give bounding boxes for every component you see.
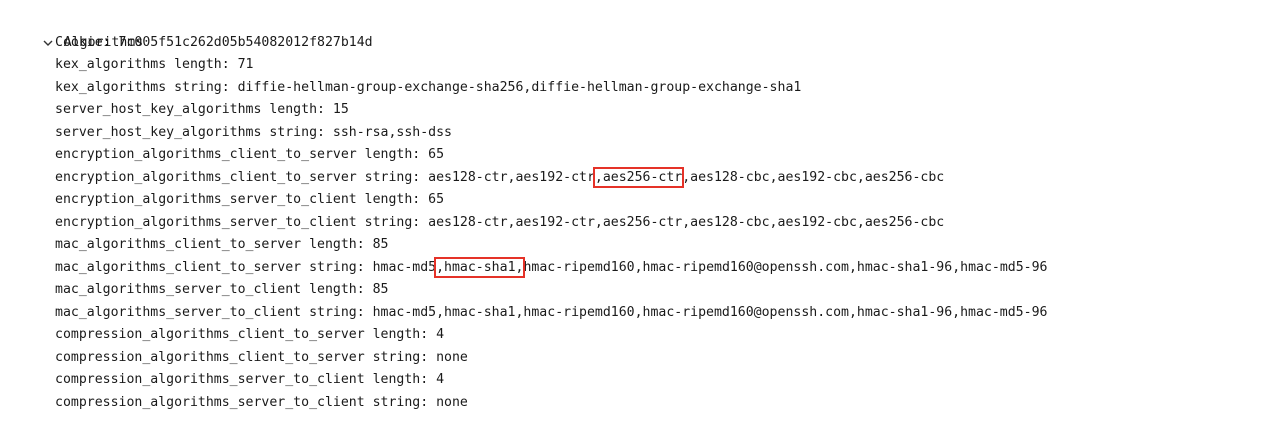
field-text: encryption_algorithms_server_to_client l…: [55, 192, 445, 207]
field-mac-s2c-length[interactable]: mac_algorithms_server_to_client length: …: [0, 279, 1272, 302]
packet-details-tree: Algorithms Cookie: 7c005f51c262d05b54082…: [0, 9, 1272, 414]
field-text: encryption_algorithms_server_to_client s…: [55, 214, 945, 230]
field-text: mac_algorithms_server_to_client string: …: [55, 304, 1048, 320]
field-enc-c2s-length[interactable]: encryption_algorithms_client_to_server l…: [0, 144, 1272, 167]
field-comp-s2c-length[interactable]: compression_algorithms_server_to_client …: [0, 369, 1272, 392]
field-comp-s2c-string[interactable]: compression_algorithms_server_to_client …: [0, 392, 1272, 415]
field-enc-c2s-string[interactable]: encryption_algorithms_client_to_server s…: [0, 166, 1272, 190]
field-text-after: ,aes128-cbc,aes192-cbc,aes256-cbc: [682, 169, 945, 185]
field-mac-c2s-length[interactable]: mac_algorithms_client_to_server length: …: [0, 234, 1272, 257]
field-text: compression_algorithms_client_to_server …: [55, 349, 468, 365]
field-text: server_host_key_algorithms length: 15: [55, 102, 349, 117]
field-text-before: encryption_algorithms_client_to_server s…: [55, 169, 595, 185]
highlight-box: ,aes256-ctr: [592, 166, 685, 188]
field-text: server_host_key_algorithms string: ssh-r…: [55, 124, 452, 140]
field-text: compression_algorithms_server_to_client …: [55, 394, 468, 410]
field-host-key-string[interactable]: server_host_key_algorithms string: ssh-r…: [0, 122, 1272, 145]
field-comp-c2s-length[interactable]: compression_algorithms_client_to_server …: [0, 324, 1272, 347]
algorithms-tree-node[interactable]: Algorithms: [0, 9, 1272, 50]
field-text: mac_algorithms_client_to_server length: …: [55, 237, 389, 252]
field-text: compression_algorithms_server_to_client …: [55, 372, 445, 387]
field-text: mac_algorithms_server_to_client length: …: [55, 282, 389, 297]
field-text: compression_algorithms_client_to_server …: [55, 327, 445, 342]
field-mac-c2s-string[interactable]: mac_algorithms_client_to_server string: …: [0, 256, 1272, 280]
field-mac-s2c-string[interactable]: mac_algorithms_server_to_client string: …: [0, 302, 1272, 325]
field-comp-c2s-string[interactable]: compression_algorithms_client_to_server …: [0, 347, 1272, 370]
field-enc-s2c-length[interactable]: encryption_algorithms_server_to_client l…: [0, 189, 1272, 212]
field-text-after: hmac-ripemd160,hmac-ripemd160@openssh.co…: [523, 259, 1048, 275]
field-text: kex_algorithms string: diffie-hellman-gr…: [55, 79, 802, 95]
field-enc-s2c-string[interactable]: encryption_algorithms_server_to_client s…: [0, 212, 1272, 235]
field-text: Cookie: 7c005f51c262d05b54082012f827b14d: [55, 34, 373, 50]
field-cookie[interactable]: Cookie: 7c005f51c262d05b54082012f827b14d: [0, 32, 1272, 55]
field-text: encryption_algorithms_client_to_server l…: [55, 147, 445, 162]
field-host-key-length[interactable]: server_host_key_algorithms length: 15: [0, 99, 1272, 122]
field-kex-string[interactable]: kex_algorithms string: diffie-hellman-gr…: [0, 77, 1272, 100]
field-text-before: mac_algorithms_client_to_server string: …: [55, 259, 437, 275]
field-text: kex_algorithms length: 71: [55, 57, 254, 72]
field-kex-length[interactable]: kex_algorithms length: 71: [0, 54, 1272, 77]
highlight-box: ,hmac-sha1,: [434, 256, 526, 278]
